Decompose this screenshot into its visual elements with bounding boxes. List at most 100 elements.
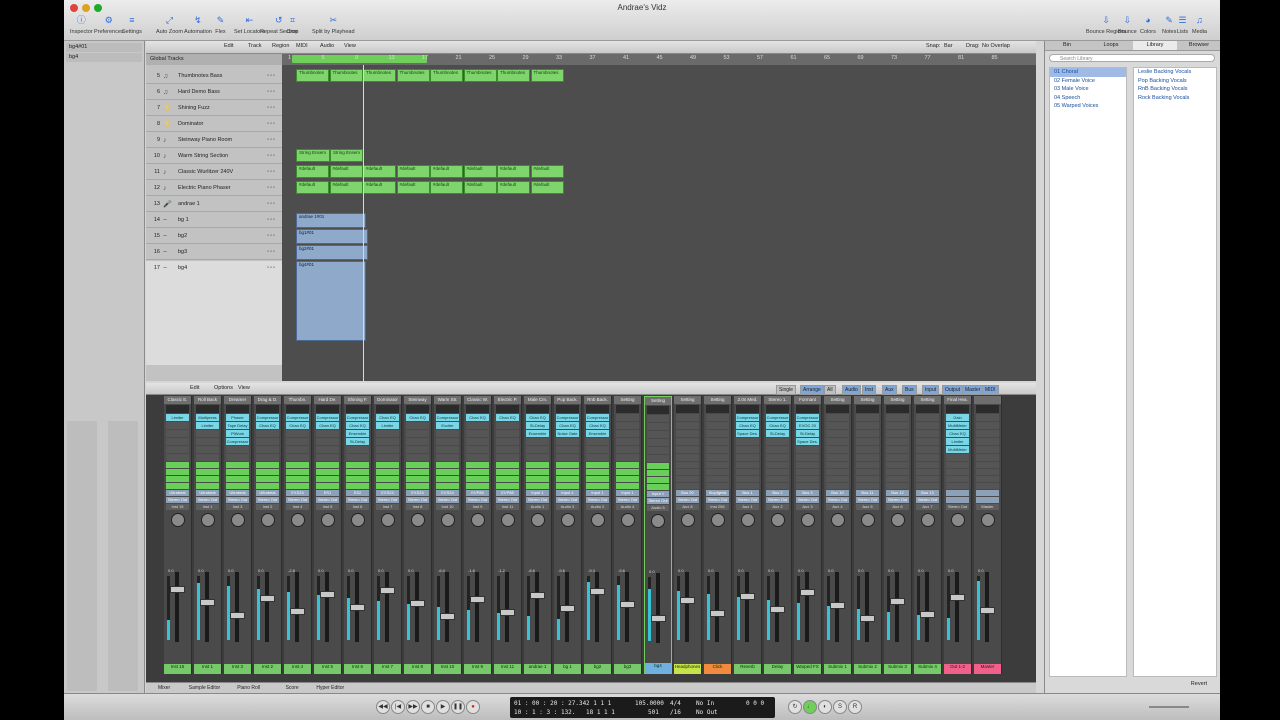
pan-knob[interactable] [470, 513, 485, 527]
insert-slot[interactable] [766, 446, 789, 453]
region[interactable]: bg1#01 [296, 229, 368, 244]
insert-slot[interactable]: St-Delay [526, 422, 549, 429]
pan-knob[interactable] [410, 513, 425, 527]
insert-slot[interactable] [166, 438, 189, 445]
mixer-filter-input[interactable]: Input [922, 385, 940, 395]
send-slot[interactable] [496, 476, 519, 482]
insert-slot[interactable] [647, 455, 669, 462]
send-slot[interactable] [166, 483, 189, 489]
revert-button[interactable]: Revert [1191, 681, 1207, 687]
volume-fader-track[interactable] [535, 572, 539, 642]
send-slot[interactable] [586, 483, 609, 489]
automation-mode[interactable]: Inst 4 [286, 504, 309, 510]
insert-slot[interactable]: Chan EQ [526, 414, 549, 421]
send-slot[interactable] [376, 469, 399, 475]
mute-solo-buttons[interactable]: ▫▫▫ [267, 149, 276, 164]
mute-solo-buttons[interactable]: ▫▫▫ [267, 165, 276, 180]
region[interactable]: Thumbnotes [463, 69, 497, 82]
track-name[interactable]: bg4 [178, 261, 187, 276]
library-tab-browser[interactable]: Browser [1177, 41, 1220, 50]
output-slot[interactable]: Stereo Out [796, 497, 819, 503]
insert-slot[interactable] [436, 430, 459, 437]
track-name[interactable]: Dominator [178, 117, 203, 132]
insert-slot[interactable] [616, 454, 639, 461]
volume-fader[interactable] [440, 613, 455, 620]
channel-setting-button[interactable]: Setting [884, 396, 911, 404]
insert-slot[interactable] [886, 414, 909, 421]
track-name[interactable]: bg2 [178, 229, 187, 244]
send-slot[interactable] [826, 469, 849, 475]
metronome-button[interactable]: ♩ [803, 700, 817, 714]
volume-fader-track[interactable] [895, 572, 899, 642]
pan-knob[interactable] [830, 513, 845, 527]
global-tracks-header[interactable]: Global Tracks [146, 54, 282, 65]
volume-fader[interactable] [350, 604, 365, 611]
insert-slot[interactable] [196, 454, 219, 461]
pan-knob[interactable] [530, 513, 545, 527]
automation-mode[interactable]: Aux 4 [826, 504, 849, 510]
mixer-menu-view[interactable]: View [238, 385, 250, 391]
send-slot[interactable] [586, 476, 609, 482]
send-slot[interactable] [526, 469, 549, 475]
input-slot[interactable]: Input 1 [556, 490, 579, 496]
insert-slot[interactable] [766, 438, 789, 445]
channel-strip[interactable]: Drag & D. Compressor Chan EQ Ultrabeat Stere… [254, 396, 282, 674]
insert-slot[interactable]: Compressor [286, 414, 309, 421]
insert-slot[interactable] [916, 422, 939, 429]
drag-menu[interactable]: No Overlap [982, 43, 1010, 49]
insert-slot[interactable]: Chan EQ [586, 422, 609, 429]
insert-slot[interactable] [826, 414, 849, 421]
pan-knob[interactable] [950, 513, 965, 527]
insert-slot[interactable] [556, 454, 579, 461]
insert-slot[interactable]: Ensemble [346, 430, 369, 437]
library-tab-bin[interactable]: Bin [1045, 41, 1089, 50]
output-slot[interactable]: Stereo Out [647, 498, 669, 504]
send-slot[interactable] [826, 476, 849, 482]
eq-thumbnail[interactable] [346, 405, 369, 413]
volume-fader[interactable] [320, 591, 335, 598]
send-slot[interactable] [886, 469, 909, 475]
pan-knob[interactable] [200, 513, 215, 527]
insert-slot[interactable]: Chan EQ [736, 422, 759, 429]
channel-name[interactable]: bg4 [645, 663, 671, 673]
insert-slot[interactable] [436, 454, 459, 461]
region[interactable]: Thumbnotes [296, 69, 329, 82]
insert-slot[interactable] [316, 446, 339, 453]
send-slot[interactable] [286, 476, 309, 482]
channel-setting-button[interactable]: Pop Back. [554, 396, 581, 404]
send-slot[interactable] [256, 462, 279, 468]
volume-fader-track[interactable] [175, 572, 179, 642]
mute-solo-buttons[interactable]: ▫▫▫ [267, 245, 276, 260]
volume-fader[interactable] [590, 588, 605, 595]
send-slot[interactable] [376, 462, 399, 468]
input-slot[interactable]: Input 1 [526, 490, 549, 496]
insert-slot[interactable] [496, 430, 519, 437]
channel-strip[interactable]: Roll Back Multipress Limiter Ultrabeat Stere… [194, 396, 222, 674]
track-name[interactable]: Classic Wurlitzer 240V [178, 165, 233, 180]
eq-thumbnail[interactable] [316, 405, 339, 413]
send-slot[interactable] [466, 476, 489, 482]
automation-mode[interactable]: Aux 8 [676, 504, 699, 510]
channel-setting-button[interactable]: Setting [645, 397, 671, 405]
send-slot[interactable] [736, 476, 759, 482]
send-slot[interactable] [796, 469, 819, 475]
channel-name[interactable]: Submix 4 [914, 664, 941, 674]
eq-thumbnail[interactable] [647, 406, 669, 414]
insert-slot[interactable] [496, 446, 519, 453]
send-slot[interactable] [946, 476, 969, 482]
eq-thumbnail[interactable] [376, 405, 399, 413]
eq-thumbnail[interactable] [976, 405, 999, 413]
input-slot[interactable]: Bus 2 [766, 490, 789, 496]
automation-mode[interactable]: Master [976, 504, 999, 510]
send-slot[interactable] [676, 469, 699, 475]
send-slot[interactable] [196, 469, 219, 475]
arrange-area[interactable]: Thumbnotes Thumbnotes Thumbnotes Thumbnotes… [282, 65, 1036, 381]
region[interactable]: #default [396, 165, 430, 178]
insert-slot[interactable] [706, 446, 729, 453]
volume-fader[interactable] [770, 606, 785, 613]
volume-fader-track[interactable] [415, 572, 419, 642]
volume-fader-track[interactable] [685, 572, 689, 642]
send-slot[interactable] [436, 483, 459, 489]
input-slot[interactable] [946, 490, 969, 496]
toolbar-notes-button[interactable]: ✎ Notes [1162, 14, 1176, 35]
